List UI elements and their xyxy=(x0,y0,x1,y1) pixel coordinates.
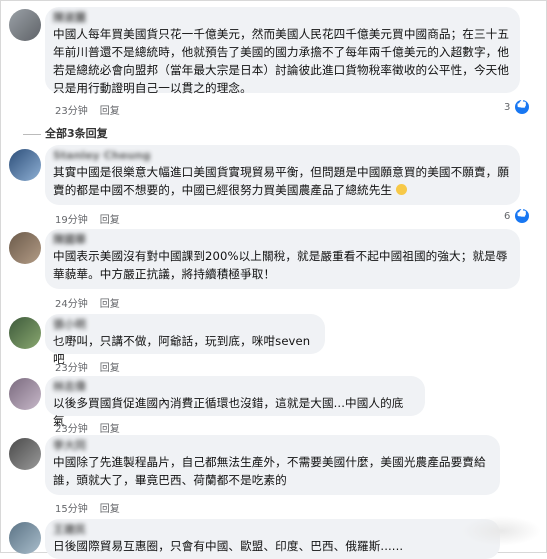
comment-bubble: 林志偉 以後多買國貨促進國內消費正循環也沒錯，這就是大國...中國人的底氣 xyxy=(45,376,425,428)
avatar[interactable] xyxy=(9,317,41,349)
comment-meta: 23分钟 回复 xyxy=(55,359,120,374)
timestamp: 24分钟 xyxy=(55,299,88,310)
sweat-smile-emoji-icon xyxy=(395,184,407,195)
comment-bubble: 張小明 乜嘢叫，只講不做，阿爺話，玩到底，咪咁seven吧 xyxy=(45,314,325,366)
reply-link[interactable]: 回复 xyxy=(100,359,120,374)
like-icon[interactable] xyxy=(515,100,529,114)
avatar[interactable] xyxy=(9,438,41,470)
view-all-replies-link[interactable]: 全部3条回复 xyxy=(45,125,108,141)
comment-bubble: 陳淑麗 中國人每年買美國貨只花一千億美元，然而美國人民花四千億美元買中國商品；在… xyxy=(45,7,520,95)
reply-link[interactable]: 回复 xyxy=(100,102,120,117)
comment-meta: 24分钟 回复 xyxy=(55,295,120,310)
reply-link[interactable]: 回复 xyxy=(100,420,120,435)
reply-link[interactable]: 回复 xyxy=(100,211,120,226)
comment-bubble: 王建民 日後國際貿易互惠圈，只會有中國、歐盟、印度、巴西、俄羅斯...... xyxy=(45,519,500,559)
like-count: 3 xyxy=(504,102,511,113)
commenter-name[interactable]: 林志偉 xyxy=(53,380,415,394)
reply-link[interactable]: 回复 xyxy=(100,295,120,310)
timestamp: 23分钟 xyxy=(55,363,88,374)
comment-text: 中國表示美國沒有對中國課到200%以上關稅，就是嚴重看不起中國祖國的強大；就是辱… xyxy=(53,249,508,281)
comment-text: 中國除了先進製程晶片，自己都無法生產外，不需要美國什麼，美國光農產品要賣給誰，頭… xyxy=(53,455,486,487)
commenter-name[interactable]: 陳國華 xyxy=(53,233,510,247)
timestamp: 19分钟 xyxy=(55,215,88,226)
comment-bubble: 李大同 中國除了先進製程晶片，自己都無法生產外，不需要美國什麼，美國光農產品要賣… xyxy=(45,435,500,495)
commenter-name[interactable]: 王建民 xyxy=(53,523,490,537)
comment-meta: 19分钟 回复 xyxy=(55,211,120,226)
timestamp: 15分钟 xyxy=(55,504,88,515)
comment-bubble: 陳國華 中國表示美國沒有對中國課到200%以上關稅，就是嚴重看不起中國祖國的強大… xyxy=(45,229,520,289)
avatar[interactable] xyxy=(9,378,41,410)
comment-meta: 15分钟 回复 xyxy=(55,500,120,515)
commenter-name[interactable]: 張小明 xyxy=(53,318,315,332)
comment-text: 中國人每年買美國貨只花一千億美元，然而美國人民花四千億美元買中國商品；在三十五年… xyxy=(53,27,510,95)
commenter-name[interactable]: 陳淑麗 xyxy=(53,11,510,25)
comment-meta: 23分钟 回复 xyxy=(55,420,120,435)
comment-text: 其實中國是很樂意大幅進口美國貨實現貿易平衡，但問題是中國願意買的美國不願賣，願賣… xyxy=(53,165,510,197)
commenter-name[interactable]: 李大同 xyxy=(53,439,490,453)
avatar[interactable] xyxy=(9,149,41,181)
avatar[interactable] xyxy=(9,9,41,41)
comment-text: 日後國際貿易互惠圈，只會有中國、歐盟、印度、巴西、俄羅斯...... xyxy=(53,539,404,553)
watermark xyxy=(461,516,541,546)
reply-link[interactable]: 回复 xyxy=(100,500,120,515)
timestamp: 23分钟 xyxy=(55,424,88,435)
comment-bubble: Stanley Cheung 其實中國是很樂意大幅進口美國貨實現貿易平衡，但問題… xyxy=(45,145,520,205)
commenter-name[interactable]: Stanley Cheung xyxy=(53,149,510,163)
avatar[interactable] xyxy=(9,522,41,554)
avatar[interactable] xyxy=(9,232,41,264)
timestamp: 23分钟 xyxy=(55,106,88,117)
like-count: 6 xyxy=(504,211,511,222)
like-icon[interactable] xyxy=(515,209,529,223)
comment-meta: 23分钟 回复 xyxy=(55,102,120,117)
